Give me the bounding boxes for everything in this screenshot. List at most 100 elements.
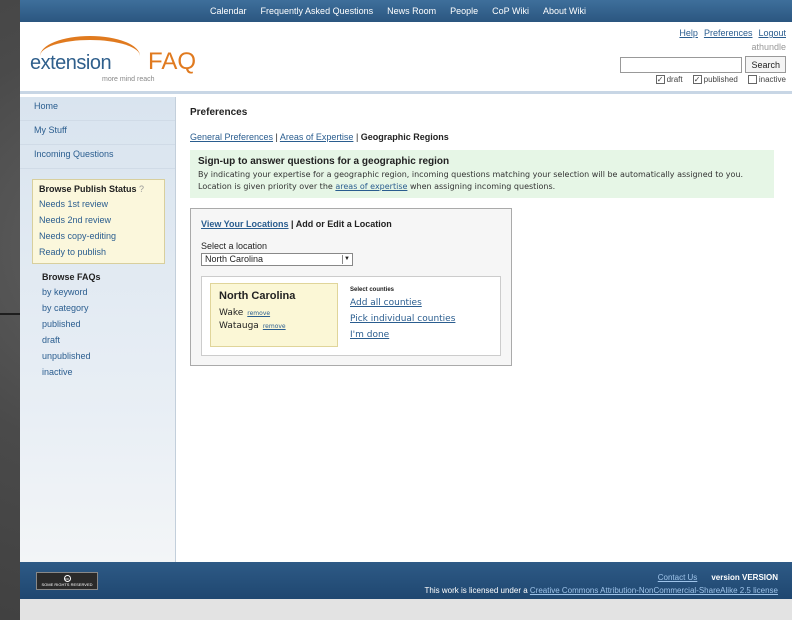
license-pre: This work is licensed under a	[424, 586, 530, 595]
publish-status-title: Browse Publish Status ?	[39, 184, 159, 194]
browse-by-category-link[interactable]: by category	[42, 300, 175, 316]
filter-published-label: published	[703, 75, 738, 84]
tab-general-preferences[interactable]: General Preferences	[190, 132, 273, 142]
select-location-label: Select a location	[201, 241, 268, 251]
divider-line	[0, 313, 20, 315]
preferences-link[interactable]: Preferences	[704, 28, 753, 38]
top-nav: Calendar Frequently Asked Questions News…	[20, 0, 792, 22]
sidebar-nav: Home My Stuff Incoming Questions	[20, 97, 175, 169]
county-name: Watauga	[219, 321, 259, 331]
browse-draft-link[interactable]: draft	[42, 332, 175, 348]
tab-separator: |	[273, 132, 280, 142]
publish-status-heading: Browse Publish Status	[39, 184, 137, 194]
logo-text: extension	[30, 52, 112, 74]
state-card: North Carolina Wake remove Watauga remove	[210, 283, 338, 347]
county-item: Watauga remove	[219, 320, 337, 333]
add-edit-location-label: Add or Edit a Location	[295, 219, 392, 229]
county-actions: Select counties Add all counties Pick in…	[350, 287, 455, 343]
publish-status-box: Browse Publish Status ? Needs 1st review…	[32, 179, 165, 264]
nav-faq[interactable]: Frequently Asked Questions	[261, 6, 374, 16]
help-icon[interactable]: ?	[139, 184, 144, 194]
search-input[interactable]	[620, 56, 743, 73]
logo-faq: FAQ	[148, 48, 197, 75]
select-counties-label: Select counties	[350, 287, 395, 293]
license-text: This work is licensed under a Creative C…	[425, 586, 779, 595]
county-item: Wake remove	[219, 307, 337, 320]
sidebar-item-home[interactable]: Home	[20, 97, 175, 121]
preferences-tabs: General Preferences | Areas of Expertise…	[190, 132, 792, 142]
cc-icon: cc	[63, 575, 71, 582]
info-description: By indicating your expertise for a geogr…	[198, 169, 768, 193]
version-label: version VERSION	[711, 573, 778, 582]
tab-geographic-regions: Geographic Regions	[360, 132, 449, 142]
needs-copy-editing-link[interactable]: Needs copy-editing	[39, 228, 159, 244]
footer-top-row: Contact Us version VERSION	[658, 573, 778, 582]
browse-published-link[interactable]: published	[42, 316, 175, 332]
sidebar-item-my-stuff[interactable]: My Stuff	[20, 121, 175, 145]
location-tab-separator: |	[288, 219, 296, 229]
nav-calendar[interactable]: Calendar	[210, 6, 247, 16]
status-filters: ✓ draft ✓ published inactive	[655, 75, 786, 84]
content-columns: Home My Stuff Incoming Questions Browse …	[20, 97, 792, 562]
filter-inactive[interactable]: inactive	[747, 75, 786, 84]
search-row: Search	[620, 56, 786, 73]
needs-2nd-review-link[interactable]: Needs 2nd review	[39, 212, 159, 228]
info-title: Sign-up to answer questions for a geogra…	[198, 156, 450, 167]
filter-draft[interactable]: ✓ draft	[655, 75, 683, 84]
nav-cop-wiki[interactable]: CoP Wiki	[492, 6, 529, 16]
header: extension FAQ more mind reach Help Prefe…	[20, 22, 792, 94]
page-title: Preferences	[190, 107, 248, 118]
location-select[interactable]: North Carolina ▼	[201, 253, 353, 266]
location-box: View Your Locations | Add or Edit a Loca…	[190, 208, 512, 366]
license-link[interactable]: Creative Commons Attribution-NonCommerci…	[530, 586, 778, 595]
logo-tagline: more mind reach	[102, 76, 155, 83]
published-checkbox[interactable]: ✓	[692, 75, 702, 84]
nav-people[interactable]: People	[450, 6, 478, 16]
ready-to-publish-link[interactable]: Ready to publish	[39, 244, 159, 260]
nav-about-wiki[interactable]: About Wiki	[543, 6, 586, 16]
county-name: Wake	[219, 308, 244, 318]
state-name: North Carolina	[219, 290, 296, 302]
help-link[interactable]: Help	[679, 28, 698, 38]
sidebar-item-incoming-questions[interactable]: Incoming Questions	[20, 145, 175, 169]
draft-checkbox[interactable]: ✓	[655, 75, 665, 84]
add-all-counties-link[interactable]: Add all counties	[350, 295, 455, 311]
browse-inactive-link[interactable]: inactive	[42, 364, 175, 380]
remove-county-link[interactable]: remove	[247, 310, 270, 317]
filter-published[interactable]: ✓ published	[692, 75, 738, 84]
info-line-2-post: when assigning incoming questions.	[407, 182, 556, 191]
browse-faqs: Browse FAQs by keyword by category publi…	[42, 272, 175, 380]
inactive-checkbox[interactable]	[747, 75, 757, 84]
page: Calendar Frequently Asked Questions News…	[20, 0, 792, 620]
bottom-strip	[20, 599, 792, 620]
needs-1st-review-link[interactable]: Needs 1st review	[39, 196, 159, 212]
info-line-2-pre: Location is given priority over the	[198, 182, 336, 191]
logo[interactable]: extension FAQ more mind reach	[30, 34, 196, 84]
username: athundle	[751, 42, 786, 52]
browse-faqs-title: Browse FAQs	[42, 272, 101, 282]
search-button[interactable]: Search	[745, 56, 786, 73]
chevron-down-icon[interactable]: ▼	[342, 255, 351, 264]
areas-of-expertise-link[interactable]: areas of expertise	[335, 182, 407, 191]
logout-link[interactable]: Logout	[758, 28, 786, 38]
contact-us-link[interactable]: Contact Us	[658, 573, 698, 582]
nav-news-room[interactable]: News Room	[387, 6, 436, 16]
tab-areas-of-expertise[interactable]: Areas of Expertise	[280, 132, 354, 142]
info-panel: Sign-up to answer questions for a geogra…	[190, 150, 774, 198]
location-select-value: North Carolina	[205, 254, 264, 264]
cc-badge-text: SOME RIGHTS RESERVED	[41, 582, 93, 587]
pick-individual-counties-link[interactable]: Pick individual counties	[350, 311, 455, 327]
view-your-locations-link[interactable]: View Your Locations	[201, 219, 289, 229]
im-done-link[interactable]: I'm done	[350, 327, 455, 343]
browse-unpublished-link[interactable]: unpublished	[42, 348, 175, 364]
county-panel: North Carolina Wake remove Watauga remove …	[201, 276, 501, 356]
header-links: Help Preferences Logout	[679, 28, 786, 38]
creative-commons-badge[interactable]: cc SOME RIGHTS RESERVED	[36, 572, 98, 590]
filter-draft-label: draft	[666, 75, 683, 84]
remove-county-link[interactable]: remove	[263, 323, 286, 330]
browse-by-keyword-link[interactable]: by keyword	[42, 284, 175, 300]
footer: cc SOME RIGHTS RESERVED Contact Us versi…	[20, 562, 792, 599]
location-tabs: View Your Locations | Add or Edit a Loca…	[201, 219, 501, 229]
sidebar: Home My Stuff Incoming Questions Browse …	[20, 97, 176, 562]
tab-separator: |	[353, 132, 361, 142]
